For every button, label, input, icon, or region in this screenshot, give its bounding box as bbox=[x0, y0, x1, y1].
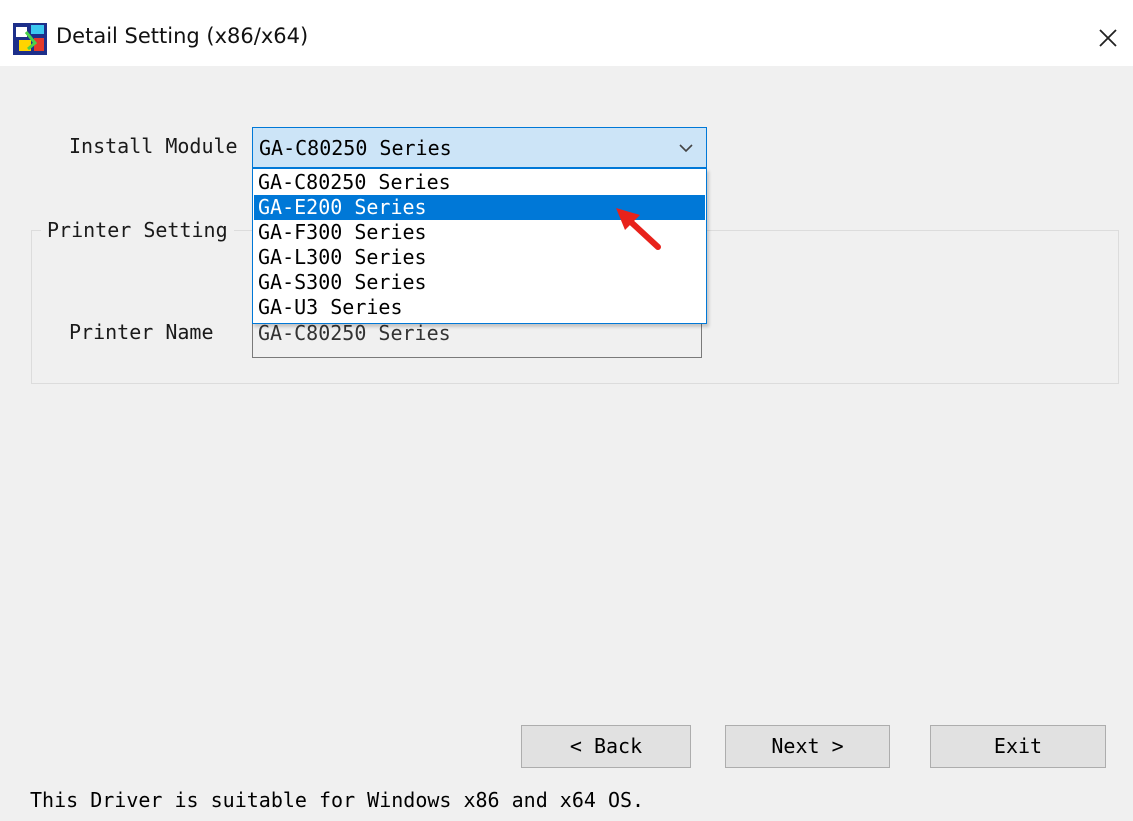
app-icon bbox=[13, 23, 47, 55]
printer-name-label: Printer Name bbox=[69, 320, 214, 344]
title-bar: Detail Setting (x86/x64) bbox=[0, 10, 1133, 66]
exit-button[interactable]: Exit bbox=[930, 725, 1106, 768]
install-module-combobox[interactable]: GA-C80250 Series bbox=[252, 127, 707, 168]
footer-note: This Driver is suitable for Windows x86 … bbox=[30, 788, 645, 812]
next-button[interactable]: Next > bbox=[725, 725, 890, 768]
red-pointer-arrow-icon bbox=[616, 208, 661, 250]
dropdown-option-ga-u3[interactable]: GA-U3 Series bbox=[254, 295, 705, 320]
dropdown-option-ga-c80250[interactable]: GA-C80250 Series bbox=[254, 170, 705, 195]
chevron-down-icon[interactable] bbox=[678, 142, 694, 154]
printer-setting-group-title: Printer Setting bbox=[41, 218, 234, 242]
install-module-label: Install Module bbox=[69, 134, 238, 158]
printer-name-value: GA-C80250 Series bbox=[258, 321, 451, 345]
printer-name-field[interactable]: GA-C80250 Series bbox=[252, 318, 702, 358]
dropdown-option-ga-s300[interactable]: GA-S300 Series bbox=[254, 270, 705, 295]
close-icon[interactable] bbox=[1088, 16, 1128, 60]
window-title: Detail Setting (x86/x64) bbox=[56, 24, 309, 48]
install-module-selected: GA-C80250 Series bbox=[259, 136, 452, 160]
back-button[interactable]: < Back bbox=[521, 725, 691, 768]
